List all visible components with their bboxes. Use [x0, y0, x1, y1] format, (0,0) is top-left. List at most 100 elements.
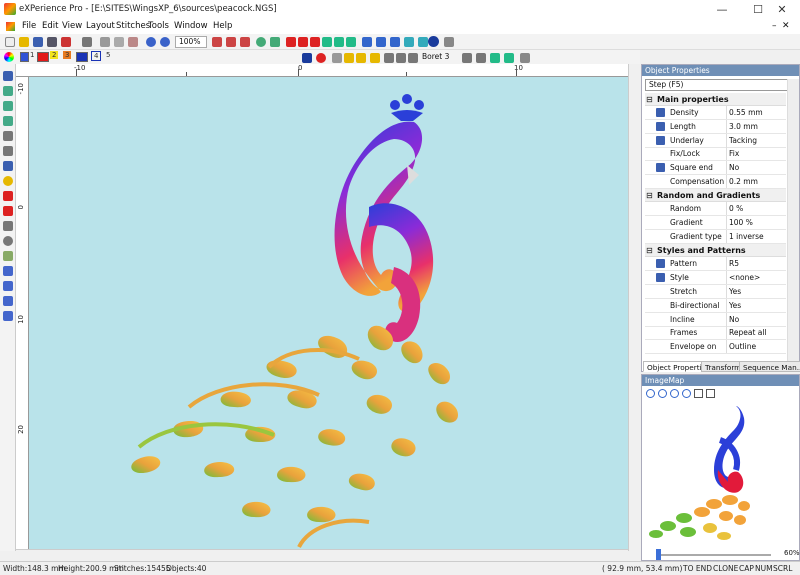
first-color-icon[interactable] [286, 37, 296, 47]
prop-row-bidirectional[interactable]: Bi-directional Yes [645, 299, 786, 313]
zoom-in-icon[interactable] [646, 389, 655, 398]
zoom-window-icon[interactable] [682, 389, 691, 398]
prop-value[interactable]: Repeat all [726, 326, 786, 339]
prop-value[interactable]: No [726, 313, 786, 326]
prop-value[interactable]: Tacking [726, 134, 786, 147]
zoom-icon[interactable] [3, 236, 13, 246]
menu-stitches[interactable]: Stitches [116, 21, 150, 31]
node-icon[interactable] [3, 101, 13, 111]
menu-file[interactable]: File [22, 21, 36, 31]
link-icon[interactable] [3, 146, 13, 156]
close-button[interactable]: ✕ [764, 0, 800, 19]
brush-icon[interactable] [520, 53, 530, 63]
fill-icon[interactable] [3, 176, 13, 186]
tab-sequence-manager[interactable]: Sequence Man... [739, 361, 800, 372]
fill-object-icon[interactable] [356, 53, 366, 63]
design-canvas[interactable] [29, 77, 628, 549]
prop-value[interactable]: <none> [726, 271, 786, 284]
menu-tools[interactable]: Tools [148, 21, 169, 31]
imagemap-preview[interactable] [644, 400, 798, 548]
imagemap-zoom-slider[interactable]: 60% [644, 549, 800, 560]
menu-view[interactable]: View [62, 21, 82, 31]
monogram-icon[interactable] [3, 266, 13, 276]
prop-value[interactable]: 0.55 mm [726, 106, 786, 119]
pan-hand-icon[interactable] [694, 389, 703, 398]
prop-value[interactable]: Fix [726, 147, 786, 160]
group-random-gradients[interactable]: Random and Gradients [645, 189, 786, 202]
menu-help[interactable]: Help [213, 21, 232, 31]
font-select[interactable]: Boret 3 [420, 51, 452, 63]
info-icon[interactable] [428, 36, 439, 47]
travel-icon[interactable] [404, 37, 414, 47]
zoom-out-icon[interactable] [658, 389, 667, 398]
auto-digitize-icon[interactable] [344, 53, 354, 63]
align-icon[interactable] [462, 53, 472, 63]
show-stitches-icon[interactable] [270, 37, 280, 47]
first-object-icon[interactable] [322, 37, 332, 47]
menu-layout[interactable]: Layout [86, 21, 115, 31]
zoom-fit-icon[interactable] [670, 389, 679, 398]
redo-icon[interactable] [160, 37, 170, 47]
menu-window[interactable]: Window [174, 21, 208, 31]
properties-scrollbar[interactable] [787, 79, 799, 365]
stamp-icon[interactable] [3, 221, 13, 231]
slow-redraw-icon[interactable] [376, 37, 386, 47]
pattern-icon[interactable] [3, 296, 13, 306]
text-tool-icon[interactable] [332, 53, 342, 63]
prop-value[interactable]: 1 inverse [726, 230, 786, 243]
satin-tool-icon[interactable] [3, 191, 13, 201]
prop-row-style[interactable]: Style <none> [645, 271, 786, 285]
color-swatch-2[interactable] [37, 52, 49, 62]
zoom-selection-icon[interactable] [226, 37, 236, 47]
prop-value[interactable]: 0 % [726, 202, 786, 215]
doc-close-button[interactable]: ✕ [782, 21, 790, 31]
column-icon[interactable] [408, 53, 418, 63]
pen-icon[interactable] [3, 86, 13, 96]
select-tool-icon[interactable] [302, 53, 312, 63]
zoom-fit-icon[interactable] [212, 37, 222, 47]
appliqué-icon[interactable] [3, 206, 13, 216]
close-doc-icon[interactable] [61, 37, 71, 47]
prop-row-pattern[interactable]: Pattern R5 [645, 257, 786, 271]
next-object-icon[interactable] [346, 37, 356, 47]
horizontal-scrollbar[interactable] [16, 549, 628, 561]
color-palette-icon[interactable] [4, 52, 14, 62]
prop-row-square-end[interactable]: Square end No [645, 161, 786, 175]
color-swatch-4[interactable] [76, 52, 88, 62]
letter-tool-icon[interactable] [396, 53, 406, 63]
curve-icon[interactable] [3, 116, 13, 126]
cut-icon[interactable] [100, 37, 110, 47]
prop-row-random[interactable]: Random 0 % [645, 202, 786, 216]
prop-value[interactable]: Yes [726, 285, 786, 298]
prop-row-envelope[interactable]: Envelope on Outline [645, 340, 786, 354]
view-3d-icon[interactable] [256, 37, 266, 47]
color-swatch-1[interactable] [20, 52, 29, 62]
prop-value[interactable]: No [726, 161, 786, 174]
prop-row-gradient[interactable]: Gradient 100 % [645, 216, 786, 230]
next-color-icon[interactable] [310, 37, 320, 47]
group-icon[interactable] [476, 53, 486, 63]
prop-value[interactable]: R5 [726, 257, 786, 270]
border-icon[interactable] [3, 281, 13, 291]
prev-object-icon[interactable] [334, 37, 344, 47]
print-icon[interactable] [82, 37, 92, 47]
prop-row-fixlock[interactable]: Fix/Lock Fix [645, 147, 786, 161]
prop-row-compensation[interactable]: Compensation 0.2 mm [645, 175, 786, 189]
prop-value[interactable]: 3.0 mm [726, 120, 786, 133]
new-icon[interactable] [5, 37, 15, 47]
zoom-select[interactable]: 100% [175, 36, 207, 48]
scissors-icon[interactable] [3, 131, 13, 141]
mirror-icon[interactable] [504, 53, 514, 63]
prop-row-gradient-type[interactable]: Gradient type 1 inverse [645, 230, 786, 244]
fill-tool-icon[interactable] [390, 37, 400, 47]
stop-icon[interactable] [316, 53, 326, 63]
prop-value[interactable]: 100 % [726, 216, 786, 229]
menu-edit[interactable]: Edit [42, 21, 58, 31]
prop-row-frames[interactable]: Frames Repeat all [645, 326, 786, 340]
prop-row-stretch[interactable]: Stretch Yes [645, 285, 786, 299]
options-icon[interactable] [444, 37, 454, 47]
prop-value[interactable]: Outline [726, 340, 786, 353]
doc-minimize-button[interactable]: – [772, 21, 777, 31]
paste-icon[interactable] [128, 37, 138, 47]
text-icon[interactable] [3, 161, 13, 171]
